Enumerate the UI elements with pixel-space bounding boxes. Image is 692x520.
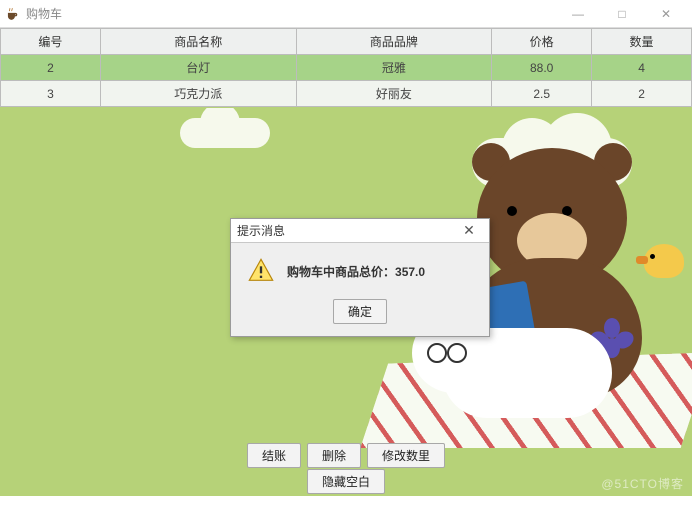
cell-brand: 冠雅 bbox=[296, 55, 492, 81]
col-brand[interactable]: 商品品牌 bbox=[296, 29, 492, 55]
close-button[interactable]: ✕ bbox=[644, 0, 688, 28]
message-dialog[interactable]: 提示消息 ✕ 购物车中商品总价：357.0 确定 bbox=[230, 218, 490, 337]
dialog-body: 购物车中商品总价：357.0 bbox=[231, 243, 489, 293]
cell-name: 台灯 bbox=[100, 55, 296, 81]
warning-icon bbox=[247, 257, 275, 285]
content-area: 编号 商品名称 商品品牌 价格 数量 2 台灯 冠雅 88.0 4 3 巧克力派… bbox=[0, 28, 692, 496]
minimize-icon: — bbox=[572, 7, 584, 21]
cell-price: 88.0 bbox=[492, 55, 592, 81]
table-row[interactable]: 3 巧克力派 好丽友 2.5 2 bbox=[1, 81, 692, 107]
cell-name: 巧克力派 bbox=[100, 81, 296, 107]
hide-blank-button[interactable]: 隐藏空白 bbox=[307, 469, 385, 494]
button-bar-secondary: 隐藏空白 bbox=[0, 465, 692, 496]
cell-id: 3 bbox=[1, 81, 101, 107]
duck-art bbox=[644, 244, 684, 278]
cell-brand: 好丽友 bbox=[296, 81, 492, 107]
cloud-icon bbox=[180, 118, 270, 148]
cell-price: 2.5 bbox=[492, 81, 592, 107]
col-name[interactable]: 商品名称 bbox=[100, 29, 296, 55]
dialog-title: 提示消息 bbox=[237, 222, 285, 239]
dialog-footer: 确定 bbox=[231, 293, 489, 336]
table-header-row: 编号 商品名称 商品品牌 价格 数量 bbox=[1, 29, 692, 55]
window-titlebar: 购物车 — □ ✕ bbox=[0, 0, 692, 28]
java-icon bbox=[4, 6, 20, 22]
cart-table[interactable]: 编号 商品名称 商品品牌 价格 数量 2 台灯 冠雅 88.0 4 3 巧克力派… bbox=[0, 28, 692, 107]
dialog-close-button[interactable]: ✕ bbox=[455, 222, 483, 239]
cell-qty: 2 bbox=[592, 81, 692, 107]
cell-id: 2 bbox=[1, 55, 101, 81]
dialog-message-prefix: 购物车中商品总价： bbox=[287, 265, 395, 279]
dialog-total: 357.0 bbox=[395, 265, 425, 279]
dialog-message: 购物车中商品总价：357.0 bbox=[287, 263, 425, 280]
col-id[interactable]: 编号 bbox=[1, 29, 101, 55]
watermark: @51CTO博客 bbox=[601, 475, 684, 492]
cell-qty: 4 bbox=[592, 55, 692, 81]
col-qty[interactable]: 数量 bbox=[592, 29, 692, 55]
maximize-button[interactable]: □ bbox=[600, 0, 644, 28]
window-title: 购物车 bbox=[26, 5, 556, 22]
table-row[interactable]: 2 台灯 冠雅 88.0 4 bbox=[1, 55, 692, 81]
col-price[interactable]: 价格 bbox=[492, 29, 592, 55]
dialog-titlebar[interactable]: 提示消息 ✕ bbox=[231, 219, 489, 243]
close-icon: ✕ bbox=[661, 7, 671, 21]
minimize-button[interactable]: — bbox=[556, 0, 600, 28]
dialog-ok-button[interactable]: 确定 bbox=[333, 299, 387, 324]
maximize-icon: □ bbox=[618, 7, 625, 21]
